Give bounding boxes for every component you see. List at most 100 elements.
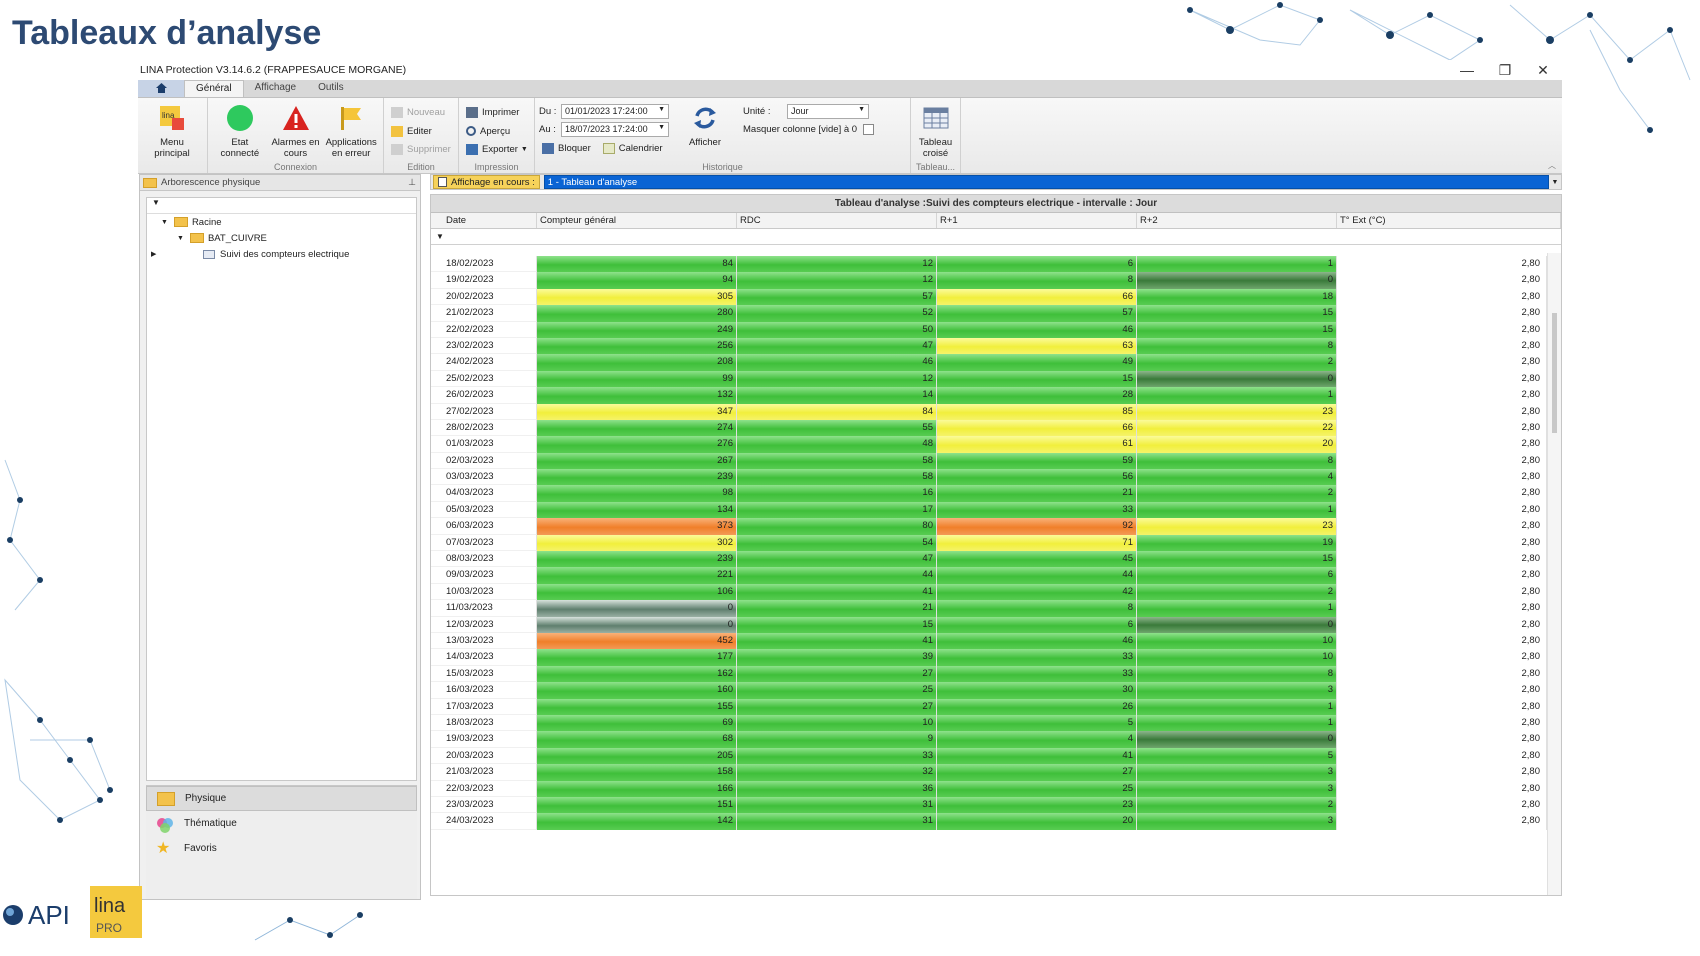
- value-cell: 6: [937, 616, 1137, 633]
- document-selector[interactable]: 1 - Tableau d'analyse: [543, 175, 1549, 189]
- tree-item-suivi[interactable]: ▶ Suivi des compteurs electrique: [147, 246, 416, 262]
- table-row[interactable]: 08/03/2023 239 47 45 15 2,80: [431, 551, 1547, 568]
- column-header-date[interactable]: Date: [431, 213, 537, 228]
- table-row[interactable]: 09/03/2023 221 44 44 6 2,80: [431, 567, 1547, 584]
- tab-general[interactable]: Général: [184, 80, 244, 97]
- scrollbar-thumb[interactable]: [1552, 313, 1557, 433]
- table-row[interactable]: 23/03/2023 151 31 23 2 2,80: [431, 796, 1547, 814]
- table-row[interactable]: 14/03/2023 177 39 33 10 2,80: [431, 649, 1547, 666]
- expander-icon[interactable]: ▼: [177, 235, 184, 242]
- table-row[interactable]: 01/03/2023 276 48 61 20 2,80: [431, 436, 1547, 453]
- table-row[interactable]: 05/03/2023 134 17 33 1 2,80: [431, 501, 1547, 519]
- value-cell: 20: [937, 813, 1137, 830]
- temperature-cell: 2,80: [1337, 551, 1547, 568]
- affichage-en-cours-button[interactable]: Affichage en cours :: [433, 175, 540, 189]
- table-row[interactable]: 18/02/2023 84 12 6 1 2,80: [431, 256, 1547, 273]
- etat-connecte-button[interactable]: Etat connecté: [212, 101, 268, 159]
- pin-icon[interactable]: ⊥: [408, 177, 416, 188]
- table-row[interactable]: 27/02/2023 347 84 85 23 2,80: [431, 403, 1547, 420]
- bloquer-button[interactable]: Bloquer: [539, 139, 594, 158]
- tree-item-bat-cuivre[interactable]: ▼ BAT_CUIVRE: [147, 230, 416, 246]
- date-cell: 12/03/2023: [431, 616, 537, 633]
- temperature-cell: 2,80: [1337, 354, 1547, 371]
- imprimer-button[interactable]: Imprimer: [463, 103, 531, 122]
- menu-principal-button[interactable]: lina Menu principal: [142, 101, 202, 159]
- date-fin-field[interactable]: Au : 18/07/2023 17:24:00 ▼: [539, 121, 679, 138]
- unite-select[interactable]: Unité : Jour ▼: [743, 103, 874, 120]
- table-row[interactable]: 24/02/2023 208 46 49 2 2,80: [431, 354, 1547, 371]
- expander-icon[interactable]: ▼: [161, 219, 168, 226]
- table-row[interactable]: 13/03/2023 452 41 46 10 2,80: [431, 632, 1547, 650]
- table-row[interactable]: 28/02/2023 274 55 66 22 2,80: [431, 419, 1547, 437]
- table-row[interactable]: 18/03/2023 69 10 5 1 2,80: [431, 714, 1547, 732]
- table-row[interactable]: 02/03/2023 267 58 59 8 2,80: [431, 452, 1547, 470]
- table-row[interactable]: 19/03/2023 68 9 4 0 2,80: [431, 731, 1547, 748]
- table-row[interactable]: 17/03/2023 155 27 26 1 2,80: [431, 698, 1547, 715]
- table-row[interactable]: 10/03/2023 106 41 42 2 2,80: [431, 583, 1547, 601]
- tableau-croise-button[interactable]: Tableau croisé: [915, 101, 956, 159]
- tree-item-racine[interactable]: ▼ Racine: [147, 214, 416, 230]
- column-header-compteur-general[interactable]: Compteur général: [537, 213, 737, 228]
- restore-button[interactable]: ❐: [1486, 62, 1524, 79]
- apercu-button[interactable]: Aperçu: [463, 122, 531, 141]
- afficher-button[interactable]: Afficher: [679, 101, 731, 159]
- table-row[interactable]: 03/03/2023 239 58 56 4 2,80: [431, 469, 1547, 486]
- temperature-cell: 2,80: [1337, 403, 1547, 420]
- table-row[interactable]: 21/03/2023 158 32 27 3 2,80: [431, 764, 1547, 781]
- temperature-cell: 2,80: [1337, 321, 1547, 338]
- vertical-scrollbar[interactable]: [1547, 253, 1561, 895]
- table-row[interactable]: 15/03/2023 162 27 33 8 2,80: [431, 665, 1547, 683]
- editer-button[interactable]: Editer: [388, 122, 454, 141]
- value-cell: 155: [537, 698, 737, 715]
- table-row[interactable]: 24/03/2023 142 31 20 3 2,80: [431, 813, 1547, 830]
- nav-item-favoris[interactable]: ★ Favoris: [146, 836, 417, 861]
- table-row[interactable]: 22/03/2023 166 36 25 3 2,80: [431, 780, 1547, 797]
- table-row[interactable]: 04/03/2023 98 16 21 2 2,80: [431, 485, 1547, 502]
- nav-item-thematique[interactable]: Thématique: [146, 811, 417, 836]
- value-cell: 31: [737, 813, 937, 830]
- network-decoration-bottom: [254, 912, 363, 941]
- table-row[interactable]: 07/03/2023 302 54 71 19 2,80: [431, 534, 1547, 552]
- value-cell: 5: [1137, 747, 1337, 765]
- table-row[interactable]: 21/02/2023 280 52 57 15 2,80: [431, 305, 1547, 322]
- value-cell: 44: [737, 567, 937, 584]
- table-row[interactable]: 25/02/2023 99 12 15 0 2,80: [431, 370, 1547, 388]
- table-row[interactable]: 16/03/2023 160 25 30 3 2,80: [431, 682, 1547, 699]
- table-row[interactable]: 11/03/2023 0 21 8 1 2,80: [431, 600, 1547, 617]
- calendrier-button[interactable]: Calendrier: [600, 139, 666, 158]
- table-row[interactable]: 23/02/2023 256 47 63 8 2,80: [431, 337, 1547, 355]
- table-row[interactable]: 22/02/2023 249 50 46 15 2,80: [431, 321, 1547, 338]
- date-cell: 11/03/2023: [431, 600, 537, 617]
- grid-filter-row[interactable]: ▼: [431, 229, 1561, 245]
- column-header-r1[interactable]: R+1: [937, 213, 1137, 228]
- alarmes-button[interactable]: Alarmes en cours: [268, 101, 324, 159]
- tab-outils[interactable]: Outils: [307, 80, 355, 97]
- value-cell: 25: [937, 780, 1137, 797]
- column-header-r2[interactable]: R+2: [1137, 213, 1337, 228]
- table-row[interactable]: 26/02/2023 132 14 28 1 2,80: [431, 387, 1547, 404]
- nouveau-button[interactable]: Nouveau: [388, 103, 454, 122]
- table-row[interactable]: 12/03/2023 0 15 6 0 2,80: [431, 616, 1547, 633]
- tab-affichage[interactable]: Affichage: [244, 80, 308, 97]
- lock-chart-icon: [542, 143, 554, 154]
- date-cell: 18/03/2023: [431, 714, 537, 732]
- chevron-down-icon[interactable]: ▼: [1549, 179, 1561, 186]
- table-row[interactable]: 20/03/2023 205 33 41 5 2,80: [431, 747, 1547, 765]
- table-row[interactable]: 20/02/2023 305 57 66 18 2,80: [431, 288, 1547, 306]
- date-cell: 22/02/2023: [431, 321, 537, 338]
- table-row[interactable]: 06/03/2023 373 80 92 23 2,80: [431, 518, 1547, 535]
- supprimer-button[interactable]: Supprimer: [388, 140, 454, 159]
- minimize-button[interactable]: —: [1448, 62, 1486, 78]
- date-debut-field[interactable]: Du : 01/01/2023 17:24:00 ▼: [539, 103, 679, 120]
- exporter-button[interactable]: Exporter ▼: [463, 140, 531, 159]
- collapse-ribbon-icon[interactable]: ︿: [1548, 160, 1556, 171]
- nav-item-physique[interactable]: Physique: [146, 786, 417, 811]
- table-row[interactable]: 19/02/2023 94 12 8 0 2,80: [431, 272, 1547, 289]
- masquer-checkbox[interactable]: [863, 124, 875, 135]
- close-button[interactable]: ✕: [1524, 62, 1562, 79]
- home-tab[interactable]: [138, 80, 184, 97]
- applications-button[interactable]: Applications en erreur: [323, 101, 379, 159]
- column-header-rdc[interactable]: RDC: [737, 213, 937, 228]
- column-header-temp[interactable]: T° Ext (°C): [1337, 213, 1561, 228]
- tree-filter-row[interactable]: ▼: [147, 198, 416, 214]
